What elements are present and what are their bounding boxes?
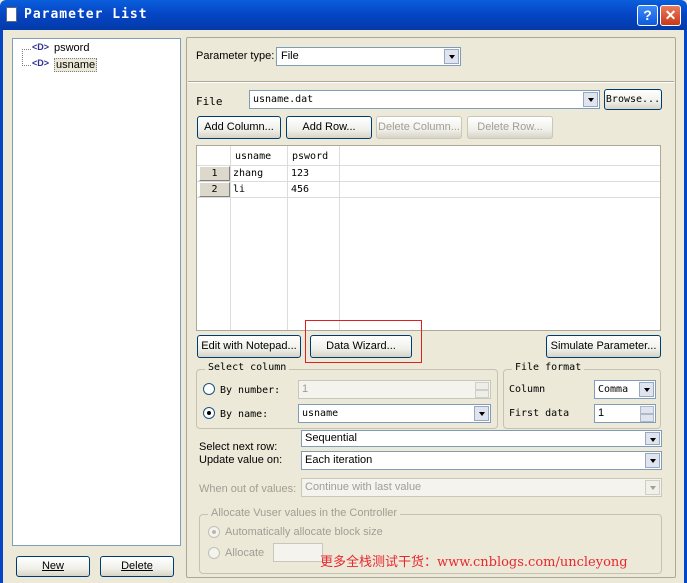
grid-row-line — [197, 181, 660, 182]
by-number-radio[interactable] — [203, 383, 215, 395]
browse-button[interactable]: Browse... — [604, 89, 662, 110]
grid-col-line — [230, 146, 231, 330]
parameter-type-select[interactable]: File — [276, 47, 461, 66]
first-data-label: First data — [509, 408, 570, 419]
chevron-down-icon[interactable] — [639, 382, 654, 397]
auto-allocate-label: Automatically allocate block size — [225, 526, 383, 538]
delete-row-button[interactable]: Delete Row... — [467, 116, 553, 139]
title-bar[interactable]: Parameter List ? ✕ — [0, 0, 687, 30]
column-format-label: Column — [509, 384, 546, 395]
auto-allocate-radio[interactable] — [208, 526, 220, 538]
allocate-radio[interactable] — [208, 547, 220, 559]
grid-cell[interactable]: 456 — [291, 184, 309, 195]
simulate-parameter-button[interactable]: Simulate Parameter... — [546, 335, 661, 358]
by-number-input[interactable]: 1 — [298, 380, 491, 399]
row-number-cell[interactable]: 2 — [199, 182, 230, 197]
spin-up-icon[interactable] — [640, 406, 654, 414]
parameter-icon: <D> — [32, 42, 50, 52]
out-of-values-select[interactable]: Continue with last value — [301, 478, 662, 497]
edit-with-notepad-button[interactable]: Edit with Notepad... — [197, 335, 301, 358]
document-icon — [6, 7, 17, 22]
column-header-psword[interactable]: psword — [292, 151, 328, 162]
window-title: Parameter List — [24, 7, 148, 22]
spin-down-icon[interactable] — [475, 390, 489, 398]
close-button[interactable]: ✕ — [660, 5, 681, 26]
delete-button[interactable]: Delete — [100, 556, 174, 577]
parameter-tree[interactable]: <D> psword <D> usname — [12, 38, 181, 546]
highlight-box — [305, 320, 422, 363]
tree-item-label: psword — [54, 42, 90, 54]
chevron-down-icon[interactable] — [645, 432, 660, 445]
chevron-down-icon[interactable] — [474, 406, 489, 421]
column-format-select[interactable]: Comma — [594, 380, 656, 399]
allocate-legend: Allocate Vuser values in the Controller — [208, 507, 401, 519]
update-value-label: Update value on: — [199, 454, 283, 466]
by-name-select[interactable]: usname — [298, 404, 491, 423]
allocate-label: Allocate — [225, 547, 265, 559]
grid-cell[interactable]: li — [233, 184, 245, 195]
add-row-button[interactable]: Add Row... — [286, 116, 372, 139]
chevron-down-icon[interactable] — [645, 453, 660, 468]
grid-row-line — [197, 197, 660, 198]
chevron-down-icon[interactable] — [444, 49, 459, 64]
file-label: File — [196, 95, 223, 108]
file-format-legend: File format — [512, 362, 585, 373]
tree-line — [22, 49, 23, 66]
grid-cell[interactable]: zhang — [233, 168, 263, 179]
row-number-cell[interactable]: 1 — [199, 166, 230, 181]
by-name-radio[interactable] — [203, 407, 215, 419]
first-data-input[interactable]: 1 — [594, 404, 656, 423]
help-button[interactable]: ? — [637, 5, 658, 26]
spin-down-icon[interactable] — [640, 414, 654, 422]
allocate-size-input[interactable] — [273, 543, 323, 562]
by-number-label: By number: — [220, 385, 281, 396]
divider — [188, 81, 674, 83]
tree-item-label: usname — [54, 58, 98, 72]
select-next-row-select[interactable]: Sequential — [301, 430, 662, 447]
spin-up-icon[interactable] — [475, 382, 489, 390]
data-grid[interactable]: usname psword 1 zhang 123 2 li 456 — [196, 145, 661, 331]
select-column-legend: Select column — [205, 362, 290, 373]
file-select[interactable]: usname.dat — [249, 90, 600, 109]
parameter-icon: <D> — [32, 58, 50, 68]
update-value-select[interactable]: Each iteration — [301, 451, 662, 470]
chevron-down-icon[interactable] — [645, 480, 660, 495]
select-next-row-label: Select next row: — [199, 441, 278, 453]
out-of-values-label: When out of values: — [199, 483, 297, 495]
parameter-type-label: Parameter type: — [196, 50, 275, 62]
delete-column-button[interactable]: Delete Column... — [376, 116, 462, 139]
grid-col-line — [287, 146, 288, 330]
watermark-text: 更多全栈测试干货：www.cnblogs.com/uncleyong — [320, 555, 628, 570]
tree-line — [22, 49, 31, 50]
by-name-label: By name: — [220, 409, 269, 420]
grid-row-line — [197, 165, 660, 166]
tree-line — [22, 65, 31, 66]
new-button[interactable]: New — [16, 556, 90, 577]
chevron-down-icon[interactable] — [583, 92, 598, 107]
grid-cell[interactable]: 123 — [291, 168, 309, 179]
grid-col-line — [339, 146, 340, 330]
add-column-button[interactable]: Add Column... — [197, 116, 281, 139]
column-header-usname[interactable]: usname — [235, 151, 271, 162]
